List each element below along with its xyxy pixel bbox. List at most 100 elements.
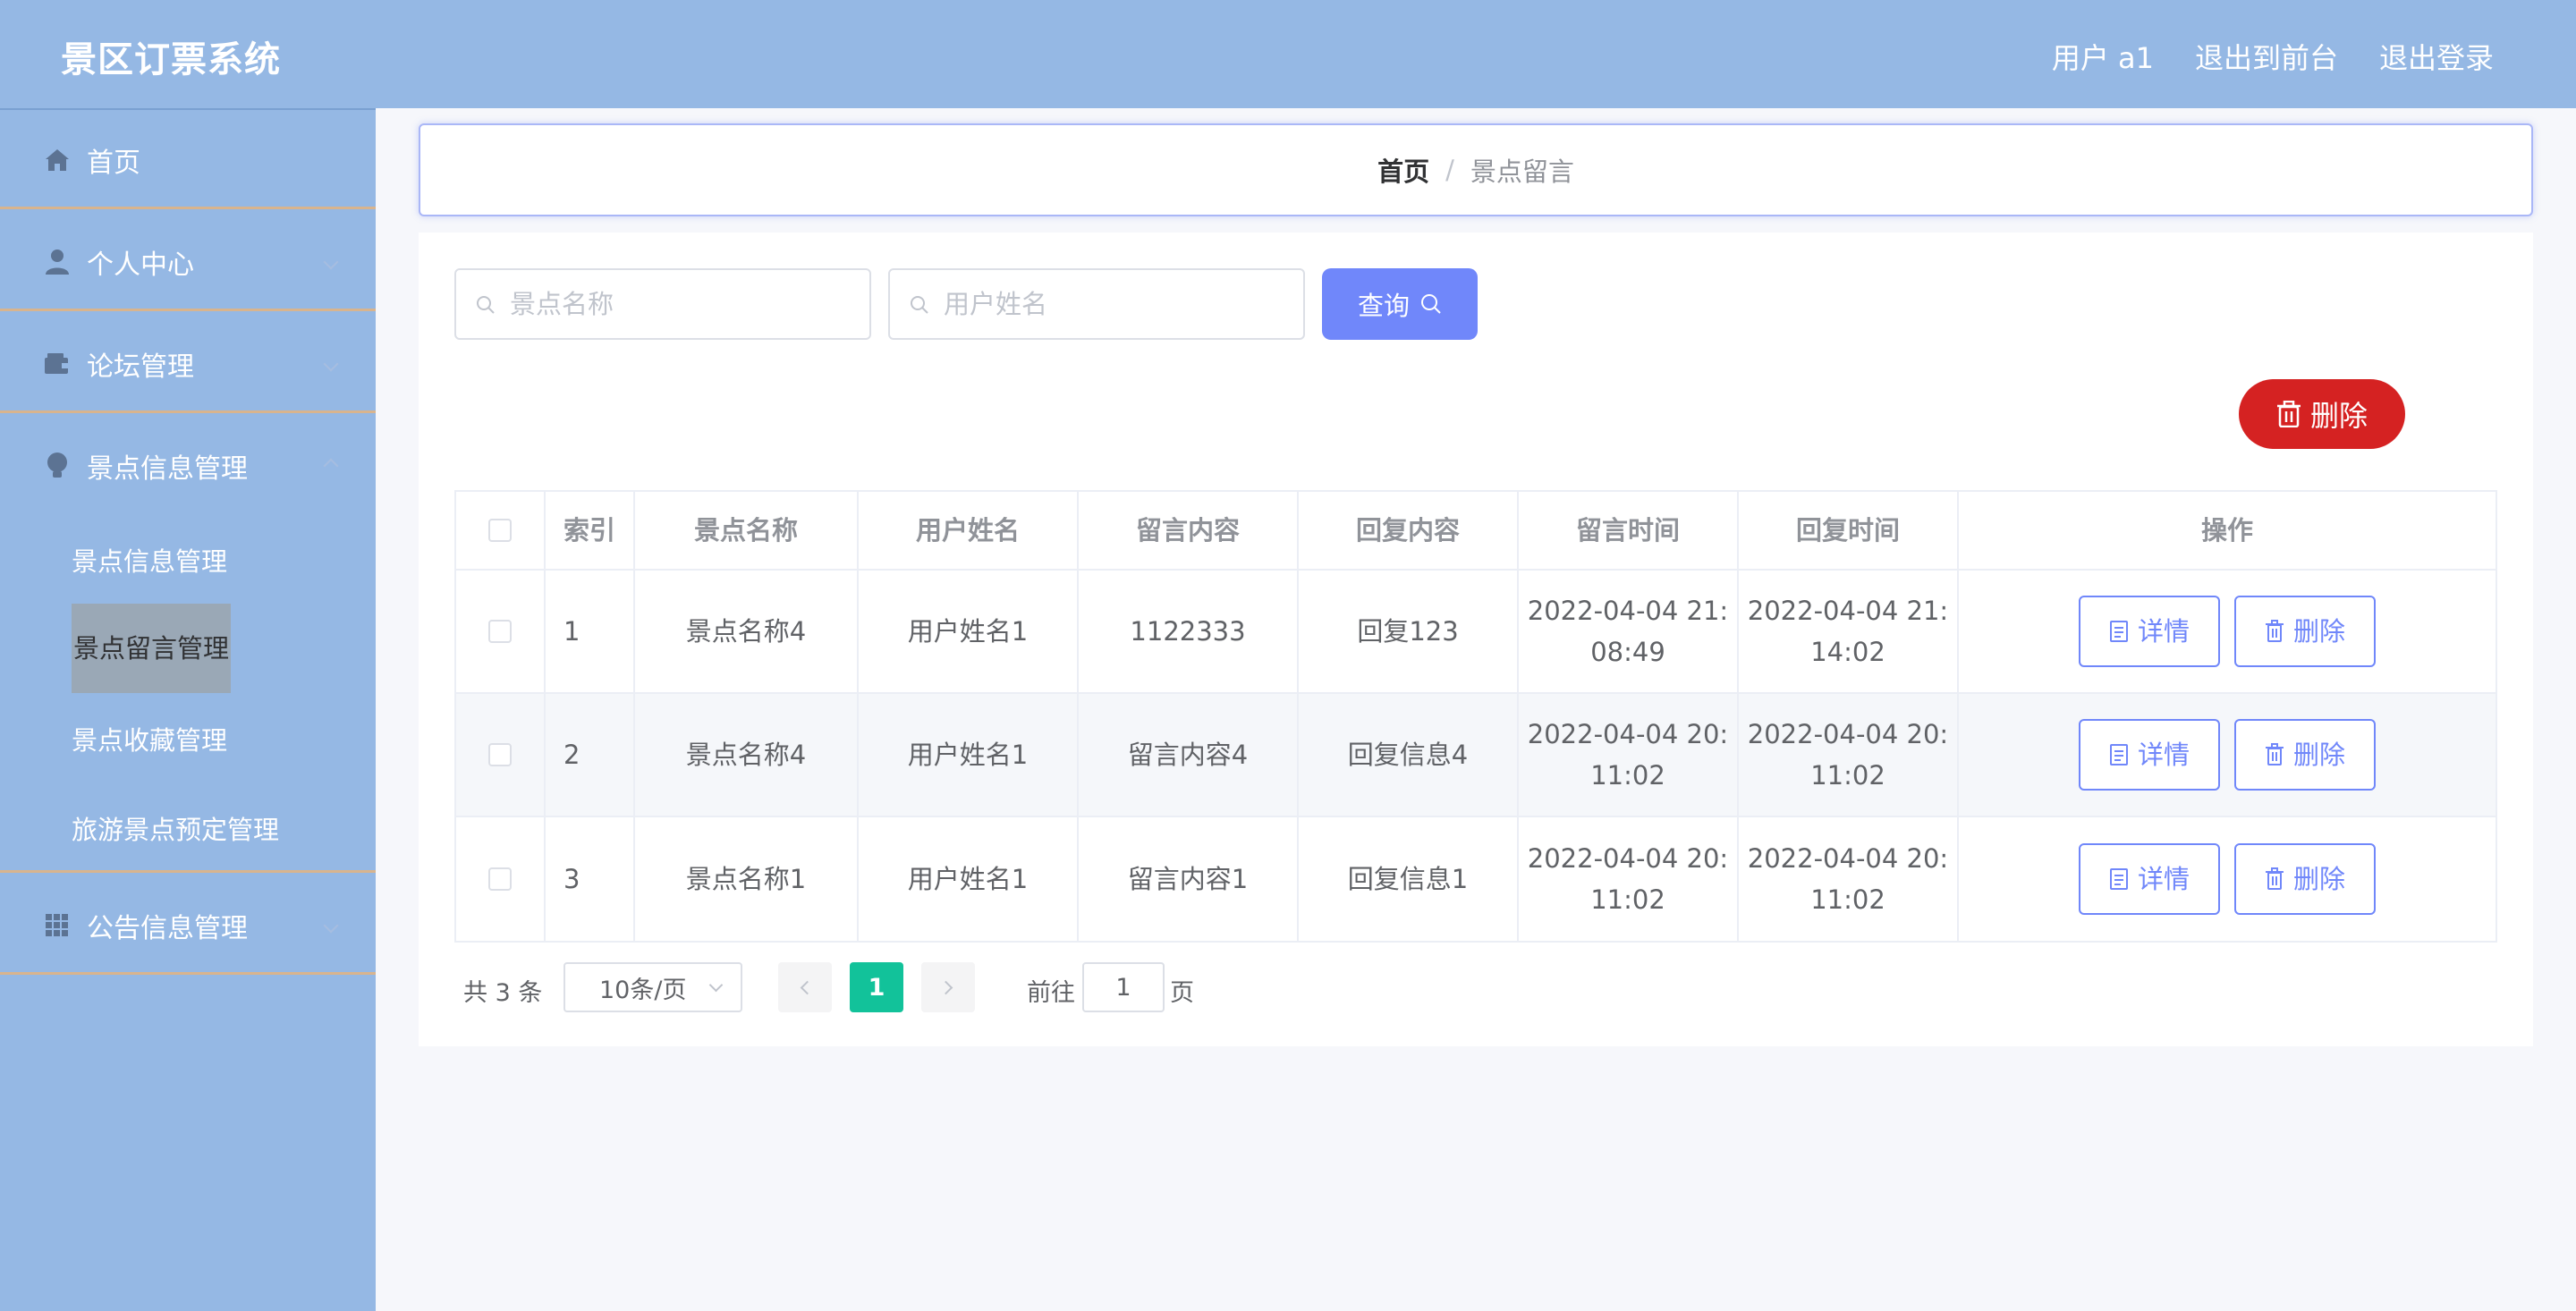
- cell-reply: 回复信息4: [1299, 694, 1519, 816]
- next-page-button[interactable]: [921, 962, 975, 1012]
- query-button-label: 查询: [1357, 291, 1410, 321]
- cell-user-name: 用户姓名1: [859, 817, 1079, 941]
- column-header: 景点名称: [635, 492, 859, 569]
- column-header: 留言内容: [1079, 492, 1299, 569]
- document-icon: [2109, 621, 2128, 642]
- cell-message-time: 2022-04-04 20: 11:02: [1519, 817, 1739, 941]
- current-user: 用户 a1: [2051, 41, 2154, 75]
- top-header: 景区订票系统 用户 a1 退出到前台 退出登录: [0, 0, 2576, 108]
- exit-to-front-link[interactable]: 退出到前台: [2195, 36, 2338, 77]
- sidebar-item-label: 公告信息管理: [87, 913, 248, 944]
- cell-user-name: 用户姓名1: [859, 694, 1079, 816]
- table-row: 3 景点名称1 用户姓名1 留言内容1 回复信息1 2022-04-04 20:…: [456, 817, 2496, 941]
- scenic-name-input[interactable]: [510, 270, 859, 338]
- wallet-icon: [43, 350, 72, 378]
- chevron-down-icon: [323, 356, 339, 372]
- user-name-search: [888, 268, 1305, 340]
- cell-message-time: 2022-04-04 20: 11:02: [1519, 694, 1739, 816]
- chevron-down-icon: [323, 918, 339, 934]
- row-delete-button[interactable]: 删除: [2234, 596, 2376, 667]
- chevron-down-icon: [323, 254, 339, 270]
- chevron-right-icon: [938, 980, 953, 994]
- sidebar: 首页 个人中心 论坛管理 景点信息管理 景点信息管理 景点留言管理 景点收藏管理…: [0, 108, 376, 1311]
- page-suffix: 页: [1170, 979, 1194, 1007]
- row-delete-button[interactable]: 删除: [2234, 719, 2376, 791]
- sidebar-item-label: 首页: [87, 148, 140, 179]
- batch-delete-button[interactable]: 删除: [2239, 379, 2405, 449]
- chevron-up-icon: [323, 458, 339, 474]
- submenu-scenic-info[interactable]: 景点信息管理: [72, 541, 227, 579]
- select-all-checkbox[interactable]: [488, 519, 512, 542]
- submenu-scenic-booking[interactable]: 旅游景点预定管理: [72, 809, 279, 847]
- cell-message: 留言内容1: [1079, 817, 1299, 941]
- cell-reply-time: 2022-04-04 20: 11:02: [1739, 817, 1959, 941]
- search-icon: [911, 296, 928, 314]
- submenu-scenic-messages[interactable]: 景点留言管理: [72, 604, 232, 693]
- row-delete-button[interactable]: 删除: [2234, 843, 2376, 915]
- menu-divider: [0, 972, 376, 975]
- sidebar-item-label: 个人中心: [87, 250, 194, 281]
- trash-icon: [2276, 401, 2301, 427]
- document-icon: [2109, 868, 2128, 890]
- table-row: 1 景点名称4 用户姓名1 1122333 回复123 2022-04-04 2…: [456, 571, 2496, 694]
- search-icon: [1421, 294, 1441, 314]
- row-checkbox[interactable]: [488, 620, 512, 643]
- document-icon: [2109, 744, 2128, 765]
- header-actions: 用户 a1 退出到前台 退出登录: [2052, 36, 2494, 77]
- cell-reply-time: 2022-04-04 20: 11:02: [1739, 694, 1959, 816]
- detail-button[interactable]: 详情: [2079, 596, 2220, 667]
- menu-divider: [0, 870, 376, 873]
- breadcrumb-current: 景点留言: [1470, 156, 1574, 187]
- row-checkbox[interactable]: [488, 743, 512, 766]
- sidebar-item-notices[interactable]: 公告信息管理: [0, 875, 376, 976]
- goto-page-input[interactable]: [1082, 962, 1165, 1012]
- messages-table: 索引 景点名称 用户姓名 留言内容 回复内容 留言时间 回复时间 操作 1 景点…: [454, 490, 2497, 943]
- logout-link[interactable]: 退出登录: [2379, 36, 2494, 77]
- cell-message: 1122333: [1079, 571, 1299, 692]
- breadcrumb: 首页 / 景点留言: [419, 123, 2533, 216]
- row-checkbox[interactable]: [488, 867, 512, 891]
- sidebar-item-label: 景点信息管理: [87, 453, 248, 485]
- submenu-scenic-favorites[interactable]: 景点收藏管理: [72, 720, 227, 757]
- trash-icon: [2265, 620, 2284, 642]
- sidebar-item-label: 论坛管理: [87, 351, 194, 383]
- grid-icon: [43, 911, 72, 940]
- menu-divider: [0, 410, 376, 413]
- detail-button[interactable]: 详情: [2079, 719, 2220, 791]
- chevron-left-icon: [800, 980, 815, 994]
- menu-divider: [0, 309, 376, 311]
- trash-icon: [2265, 743, 2284, 765]
- cell-reply-time: 2022-04-04 21: 14:02: [1739, 571, 1959, 692]
- app-title: 景区订票系统: [61, 39, 281, 80]
- column-header: 用户姓名: [859, 492, 1079, 569]
- page-number-button[interactable]: 1: [850, 962, 903, 1012]
- cell-message: 留言内容4: [1079, 694, 1299, 816]
- sidebar-item-forum[interactable]: 论坛管理: [0, 314, 376, 414]
- column-header: 回复时间: [1739, 492, 1959, 569]
- search-icon: [477, 296, 495, 314]
- cell-message-time: 2022-04-04 21: 08:49: [1519, 571, 1739, 692]
- breadcrumb-separator: /: [1445, 155, 1454, 185]
- sidebar-item-scenic-info[interactable]: 景点信息管理: [0, 416, 376, 516]
- cell-scenic-name: 景点名称4: [635, 571, 859, 692]
- scenic-name-search: [454, 268, 871, 340]
- query-button[interactable]: 查询: [1322, 268, 1478, 340]
- column-header: 留言时间: [1519, 492, 1739, 569]
- user-name-input[interactable]: [944, 270, 1292, 338]
- total-count: 共 3 条: [463, 979, 543, 1007]
- column-header: 操作: [2200, 515, 2253, 546]
- menu-divider: [0, 207, 376, 209]
- prev-page-button[interactable]: [778, 962, 832, 1012]
- batch-delete-label: 删除: [2309, 399, 2368, 433]
- sidebar-item-personal-center[interactable]: 个人中心: [0, 212, 376, 312]
- column-header: 回复内容: [1299, 492, 1519, 569]
- breadcrumb-home[interactable]: 首页: [1377, 151, 1429, 189]
- table-header-row: 索引 景点名称 用户姓名 留言内容 回复内容 留言时间 回复时间 操作: [456, 492, 2496, 571]
- detail-button[interactable]: 详情: [2079, 843, 2220, 915]
- page-size-select[interactable]: 10条/页: [564, 962, 742, 1012]
- sidebar-item-home[interactable]: 首页: [0, 110, 376, 210]
- home-icon: [43, 146, 72, 174]
- cell-user-name: 用户姓名1: [859, 571, 1079, 692]
- trash-icon: [2265, 867, 2284, 890]
- column-header: 索引: [546, 492, 635, 569]
